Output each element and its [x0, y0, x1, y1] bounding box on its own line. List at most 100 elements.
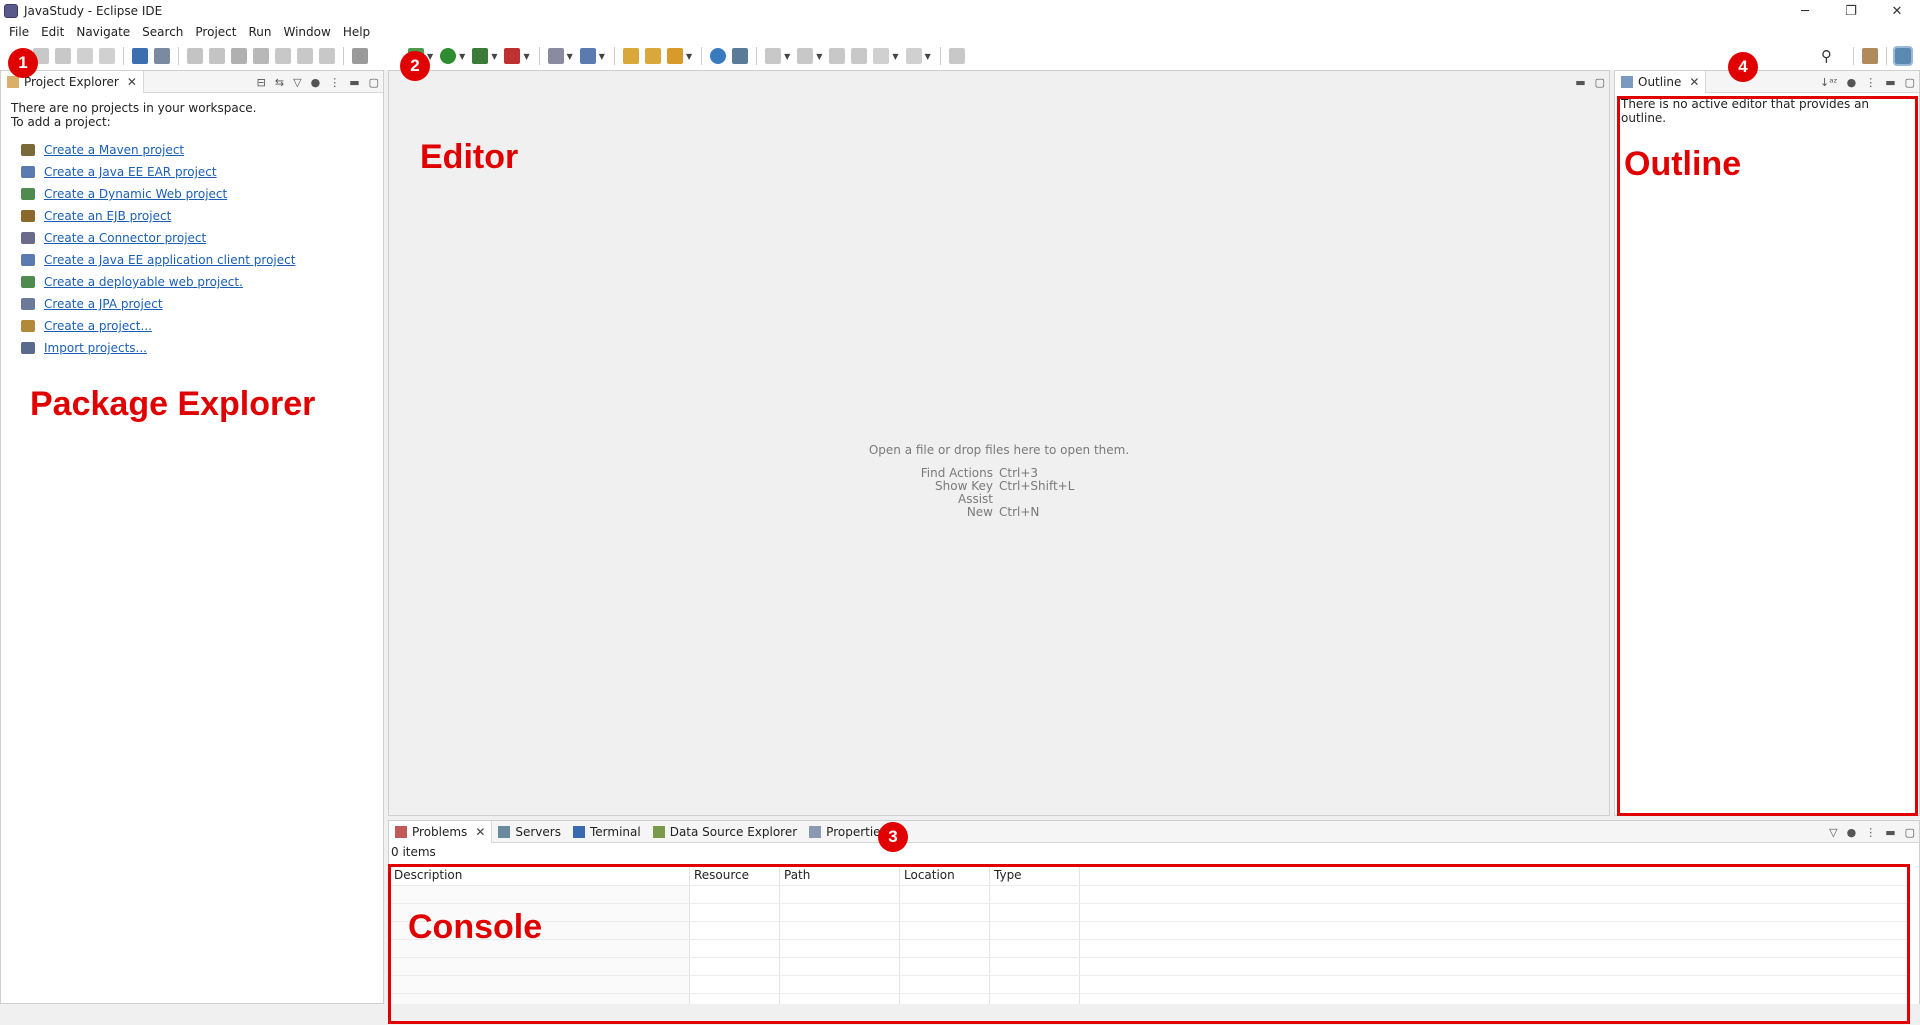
minimize-icon[interactable]: ▬	[1885, 76, 1895, 89]
chevron-down-icon[interactable]: ▼	[459, 52, 465, 61]
filter-icon[interactable]: ▽	[293, 76, 301, 89]
open-perspective-icon[interactable]	[1862, 48, 1878, 64]
minimize-icon[interactable]: ▬	[349, 76, 359, 89]
menu-window[interactable]: Window	[277, 25, 336, 39]
browser-icon[interactable]	[710, 48, 727, 64]
link-label[interactable]: Create a project...	[44, 319, 152, 333]
view-menu-icon[interactable]: ⋮	[1865, 826, 1876, 839]
link-label[interactable]: Create a deployable web project.	[44, 275, 243, 289]
menu-run[interactable]: Run	[242, 25, 277, 39]
tab-data-source-explorer[interactable]: Data Source Explorer	[647, 821, 803, 843]
tab-servers[interactable]: Servers	[492, 821, 567, 843]
pin-editor-icon[interactable]	[851, 48, 868, 64]
link-label[interactable]: Create a Java EE EAR project	[44, 165, 217, 179]
chevron-down-icon[interactable]: ▼	[523, 52, 529, 61]
chevron-down-icon[interactable]: ▼	[599, 52, 605, 61]
restore-button[interactable]: ❐	[1828, 0, 1874, 22]
new-java-class-icon[interactable]	[579, 48, 596, 64]
menu-file[interactable]: File	[3, 25, 35, 39]
create-project-link[interactable]: Create a Java EE application client proj…	[21, 249, 383, 271]
link-label[interactable]: Create a Maven project	[44, 143, 184, 157]
chevron-down-icon[interactable]: ▼	[892, 52, 898, 61]
suspend-icon[interactable]	[209, 48, 225, 64]
menu-search[interactable]: Search	[136, 25, 189, 39]
undo-icon[interactable]	[77, 48, 93, 64]
forward-arrow-icon[interactable]	[905, 48, 922, 64]
open-console-icon[interactable]	[948, 48, 965, 64]
create-project-link[interactable]: Create a project...	[21, 315, 383, 337]
open-type-icon[interactable]	[622, 48, 639, 64]
menu-project[interactable]: Project	[189, 25, 242, 39]
terminal-icon[interactable]	[132, 48, 148, 64]
annotation-icon[interactable]	[732, 48, 749, 64]
menu-navigate[interactable]: Navigate	[70, 25, 136, 39]
search-tools-icon[interactable]	[666, 48, 683, 64]
link-label[interactable]: Create a Connector project	[44, 231, 206, 245]
chevron-down-icon[interactable]: ▼	[686, 52, 692, 61]
coverage-icon[interactable]	[472, 48, 489, 64]
create-project-link[interactable]: Create a JPA project	[21, 293, 383, 315]
link-label[interactable]: Create a JPA project	[44, 297, 163, 311]
create-project-link[interactable]: Create a Dynamic Web project	[21, 183, 383, 205]
menu-help[interactable]: Help	[337, 25, 376, 39]
link-with-editor-icon[interactable]: ⇆	[275, 76, 284, 89]
menu-edit[interactable]: Edit	[35, 25, 70, 39]
next-annotation-icon[interactable]	[765, 48, 782, 64]
tab-outline[interactable]: Outline ✕	[1615, 70, 1707, 93]
terminate-icon[interactable]	[231, 48, 247, 64]
link-label[interactable]: Create a Java EE application client proj…	[44, 253, 295, 267]
link-label[interactable]: Create a Dynamic Web project	[44, 187, 227, 201]
editor-area[interactable]: ▬ ▢ Open a file or drop files here to op…	[388, 70, 1610, 816]
maximize-icon[interactable]: ▢	[1905, 826, 1915, 839]
link-label[interactable]: Create an EJB project	[44, 209, 171, 223]
sort-icon[interactable]: ↓ᵃᶻ	[1820, 76, 1838, 89]
maximize-icon[interactable]: ▢	[369, 76, 379, 89]
view-menu-icon[interactable]: ⋮	[1865, 76, 1876, 89]
chevron-down-icon[interactable]: ▼	[567, 52, 573, 61]
focus-icon[interactable]: ●	[1847, 76, 1857, 89]
close-icon[interactable]: ✕	[475, 825, 485, 839]
create-project-link[interactable]: Import projects...	[21, 337, 383, 359]
skip-breakpoints-icon[interactable]	[154, 48, 170, 64]
create-project-link[interactable]: Create a deployable web project.	[21, 271, 383, 293]
chevron-down-icon[interactable]: ▼	[784, 52, 790, 61]
minimize-icon[interactable]: ▬	[1575, 76, 1585, 89]
maximize-icon[interactable]: ▢	[1595, 76, 1605, 89]
tab-problems[interactable]: Problems ✕	[389, 820, 493, 843]
maximize-icon[interactable]: ▢	[1905, 76, 1915, 89]
filter-icon[interactable]: ▽	[1829, 826, 1837, 839]
chevron-down-icon[interactable]: ▼	[925, 52, 931, 61]
resume-icon[interactable]	[187, 48, 203, 64]
close-icon[interactable]: ✕	[1689, 75, 1699, 89]
step-over-icon[interactable]	[297, 48, 313, 64]
close-window-button[interactable]: ✕	[1874, 0, 1920, 22]
link-label[interactable]: Import projects...	[44, 341, 147, 355]
create-project-link[interactable]: Create a Connector project	[21, 227, 383, 249]
java-ee-perspective-icon[interactable]	[1893, 46, 1913, 66]
focus-icon[interactable]: ●	[1847, 826, 1857, 839]
collapse-all-icon[interactable]: ⊟	[257, 76, 266, 89]
minimize-button[interactable]: ─	[1782, 0, 1828, 22]
redo-icon[interactable]	[99, 48, 115, 64]
open-task-icon[interactable]	[644, 48, 661, 64]
run-icon[interactable]	[440, 48, 457, 64]
focus-icon[interactable]: ●	[311, 76, 321, 89]
new-server-icon[interactable]	[547, 48, 564, 64]
view-menu-icon[interactable]: ⋮	[329, 76, 340, 89]
disconnect-icon[interactable]	[253, 48, 269, 64]
minimize-icon[interactable]: ▬	[1885, 826, 1895, 839]
tab-terminal[interactable]: Terminal	[567, 821, 647, 843]
create-project-link[interactable]: Create an EJB project	[21, 205, 383, 227]
search-icon[interactable]: ⚲	[1821, 47, 1832, 65]
use-step-filters-icon[interactable]	[352, 48, 368, 64]
back-arrow-icon[interactable]	[873, 48, 890, 64]
create-project-link[interactable]: Create a Java EE EAR project	[21, 161, 383, 183]
step-into-icon[interactable]	[275, 48, 291, 64]
chevron-down-icon[interactable]: ▼	[816, 52, 822, 61]
close-icon[interactable]: ✕	[127, 75, 137, 89]
prev-annotation-icon[interactable]	[797, 48, 814, 64]
external-tools-icon[interactable]	[504, 48, 521, 64]
create-project-link[interactable]: Create a Maven project	[21, 139, 383, 161]
last-edit-icon[interactable]	[829, 48, 846, 64]
save-all-icon[interactable]	[55, 48, 71, 64]
